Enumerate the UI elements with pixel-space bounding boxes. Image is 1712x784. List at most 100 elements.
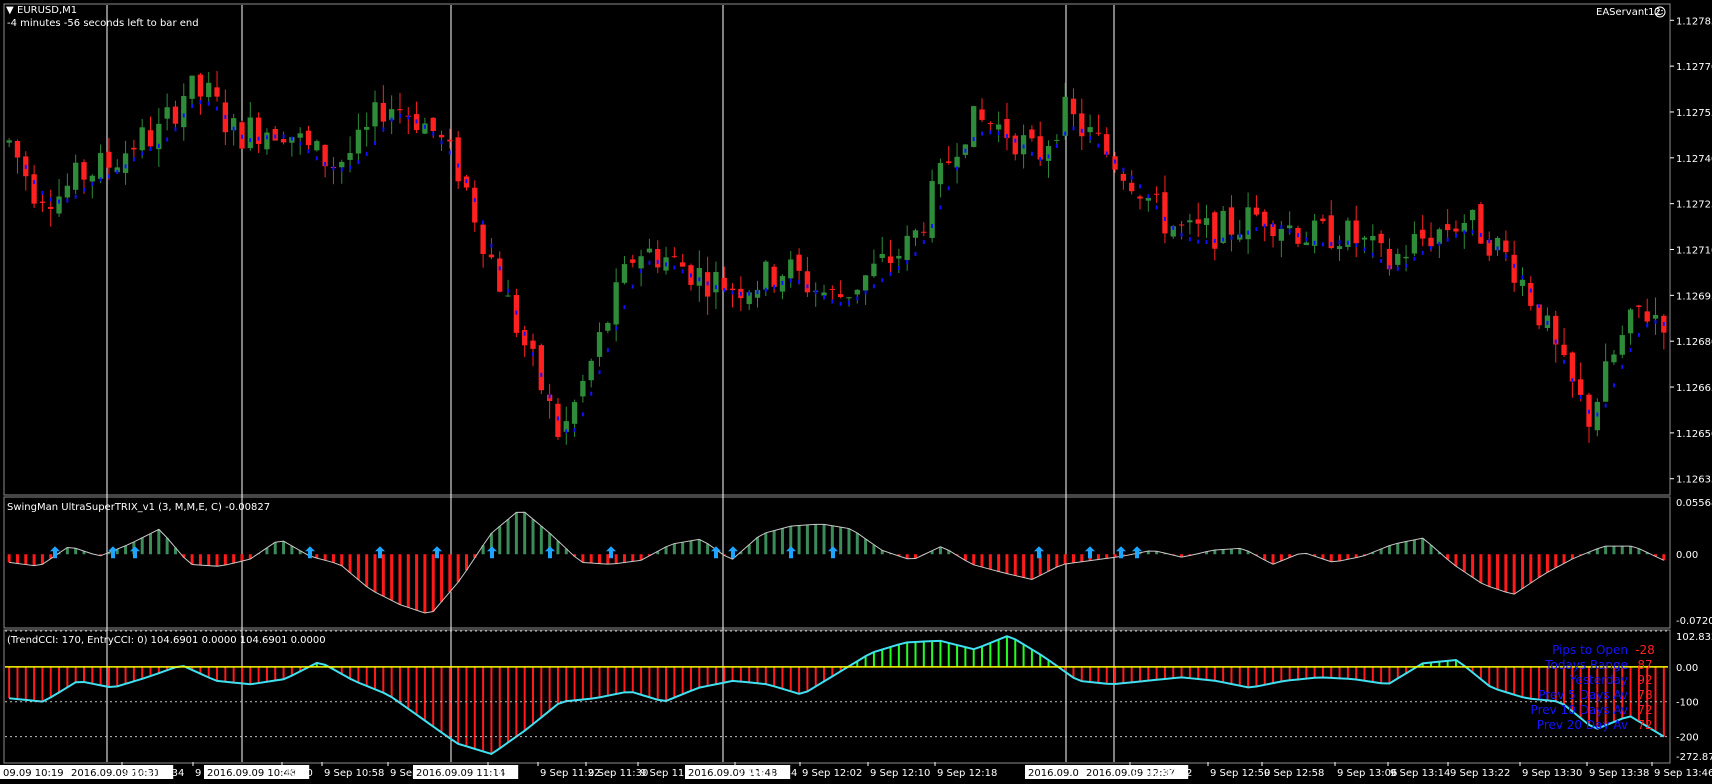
candle-body <box>1203 218 1210 225</box>
candle-body <box>613 282 619 325</box>
candle-body <box>1095 132 1102 134</box>
time-axis-label: 9 Sep 11:54 <box>737 768 797 779</box>
candle-body <box>1187 220 1193 223</box>
candle-body <box>713 272 719 293</box>
ma-dot <box>1188 237 1191 242</box>
ma-dot <box>257 136 260 141</box>
ma-dot <box>1612 383 1615 388</box>
candle-body <box>430 117 436 132</box>
ma-dot <box>897 266 900 271</box>
ma-dot <box>1413 256 1416 261</box>
candle-body <box>1561 344 1567 356</box>
ma-dot <box>523 331 526 336</box>
ma-dot <box>731 290 734 295</box>
candle-body <box>621 264 628 283</box>
ma-dot <box>956 166 959 171</box>
candle-body <box>680 262 686 267</box>
up-arrow-icon <box>728 546 738 559</box>
ma-dot <box>423 124 426 129</box>
candle-body <box>1070 98 1077 115</box>
ma-dot <box>124 164 127 169</box>
ma-dot <box>374 141 377 146</box>
ma-dot <box>1621 364 1624 369</box>
ma-dot <box>1479 232 1482 237</box>
stat-label: Prev 20 Day Av <box>1537 718 1628 732</box>
candle-body <box>164 107 170 119</box>
trix-histogram <box>7 511 1666 614</box>
ma-dot <box>265 135 268 140</box>
ma-dot <box>1463 230 1466 235</box>
time-axis-label: 09.09 10:19 <box>3 768 64 779</box>
ma-dot <box>1288 229 1291 234</box>
ma-dot <box>1321 242 1324 247</box>
candle-body <box>355 129 362 154</box>
candle-body <box>1195 219 1201 224</box>
time-axis[interactable]: 09.09 10:19 2016.09.09 10:319 Sep 10:34 9 2… <box>0 762 1712 779</box>
ma-dot <box>1405 263 1408 268</box>
candle-body <box>937 163 944 185</box>
candle-body <box>1012 135 1018 155</box>
candle-body <box>14 140 21 158</box>
candle-body <box>896 255 902 259</box>
candle-body <box>6 140 12 143</box>
candle-body <box>1444 224 1451 231</box>
ma-dot <box>532 352 535 357</box>
stat-label: Prev 10 Days Av <box>1531 703 1628 717</box>
ma-dot <box>1222 237 1225 242</box>
ma-dot <box>315 156 318 161</box>
ma-dot <box>58 199 61 204</box>
candle-body <box>1453 228 1459 232</box>
ma-dot <box>739 291 742 296</box>
candle-body <box>1037 136 1043 160</box>
candle-body <box>729 288 736 291</box>
candle-body <box>763 261 769 290</box>
up-arrow-icon <box>786 546 796 559</box>
candle-body <box>771 266 777 287</box>
candle-body <box>1511 254 1517 283</box>
candle-body <box>280 139 287 143</box>
price-tick-label: 1.12740 <box>1676 154 1712 165</box>
candle-body <box>946 161 952 163</box>
ma-dot <box>1205 240 1208 245</box>
price-tick-label: 1.12635 <box>1676 475 1712 486</box>
candle-body <box>1602 361 1609 402</box>
ma-dot <box>324 161 327 166</box>
window-menu-icon[interactable]: ▼ <box>6 5 14 16</box>
ma-dot <box>590 391 593 396</box>
stat-value: 87 <box>1637 658 1652 672</box>
time-axis-label: 14 <box>490 768 503 779</box>
cci-scale-label: 0.00 <box>1676 663 1698 674</box>
price-scale[interactable]: 1.12785 1.12770 1.12755 1.12740 1.12725 1.127… <box>1670 16 1712 486</box>
ma-dot <box>1538 303 1541 308</box>
trix-signal-arrows <box>50 546 1142 559</box>
time-axis-label: 9 Sep 12:50 <box>1210 768 1270 779</box>
ma-dot <box>606 348 609 353</box>
candle-body <box>871 263 877 277</box>
trix-scale-label: 0.05568 <box>1676 498 1712 509</box>
ma-dot <box>290 136 293 141</box>
time-axis-label: 9 Sep 13:30 <box>1522 768 1582 779</box>
ma-dot <box>1213 238 1216 243</box>
chart-canvas[interactable]: ▼ EURUSD,M1 -4 minutes -56 seconds left … <box>0 0 1712 784</box>
cci-panel-frame <box>3 629 1671 764</box>
trix-label: SwingMan UltraSuperTRIX_v1 (3, M,M,E, C)… <box>7 502 270 513</box>
candle-body <box>106 151 112 168</box>
moving-average-series <box>24 100 1665 434</box>
trix-line <box>9 511 1665 614</box>
ma-dot <box>764 287 767 292</box>
candle-body <box>987 122 993 124</box>
ma-dot <box>132 157 135 162</box>
ma-dot <box>1579 395 1582 400</box>
ma-dot <box>656 259 659 264</box>
candle-body <box>1652 315 1659 319</box>
ma-dot <box>972 137 975 142</box>
candle-body <box>56 196 62 214</box>
ma-dot <box>773 284 776 289</box>
ma-dot <box>349 165 352 170</box>
candle-body <box>696 268 702 286</box>
ma-dot <box>540 372 543 377</box>
candle-body <box>339 161 345 168</box>
ma-dot <box>556 416 559 421</box>
ma-dot <box>814 290 817 295</box>
ma-dot <box>1022 144 1025 149</box>
